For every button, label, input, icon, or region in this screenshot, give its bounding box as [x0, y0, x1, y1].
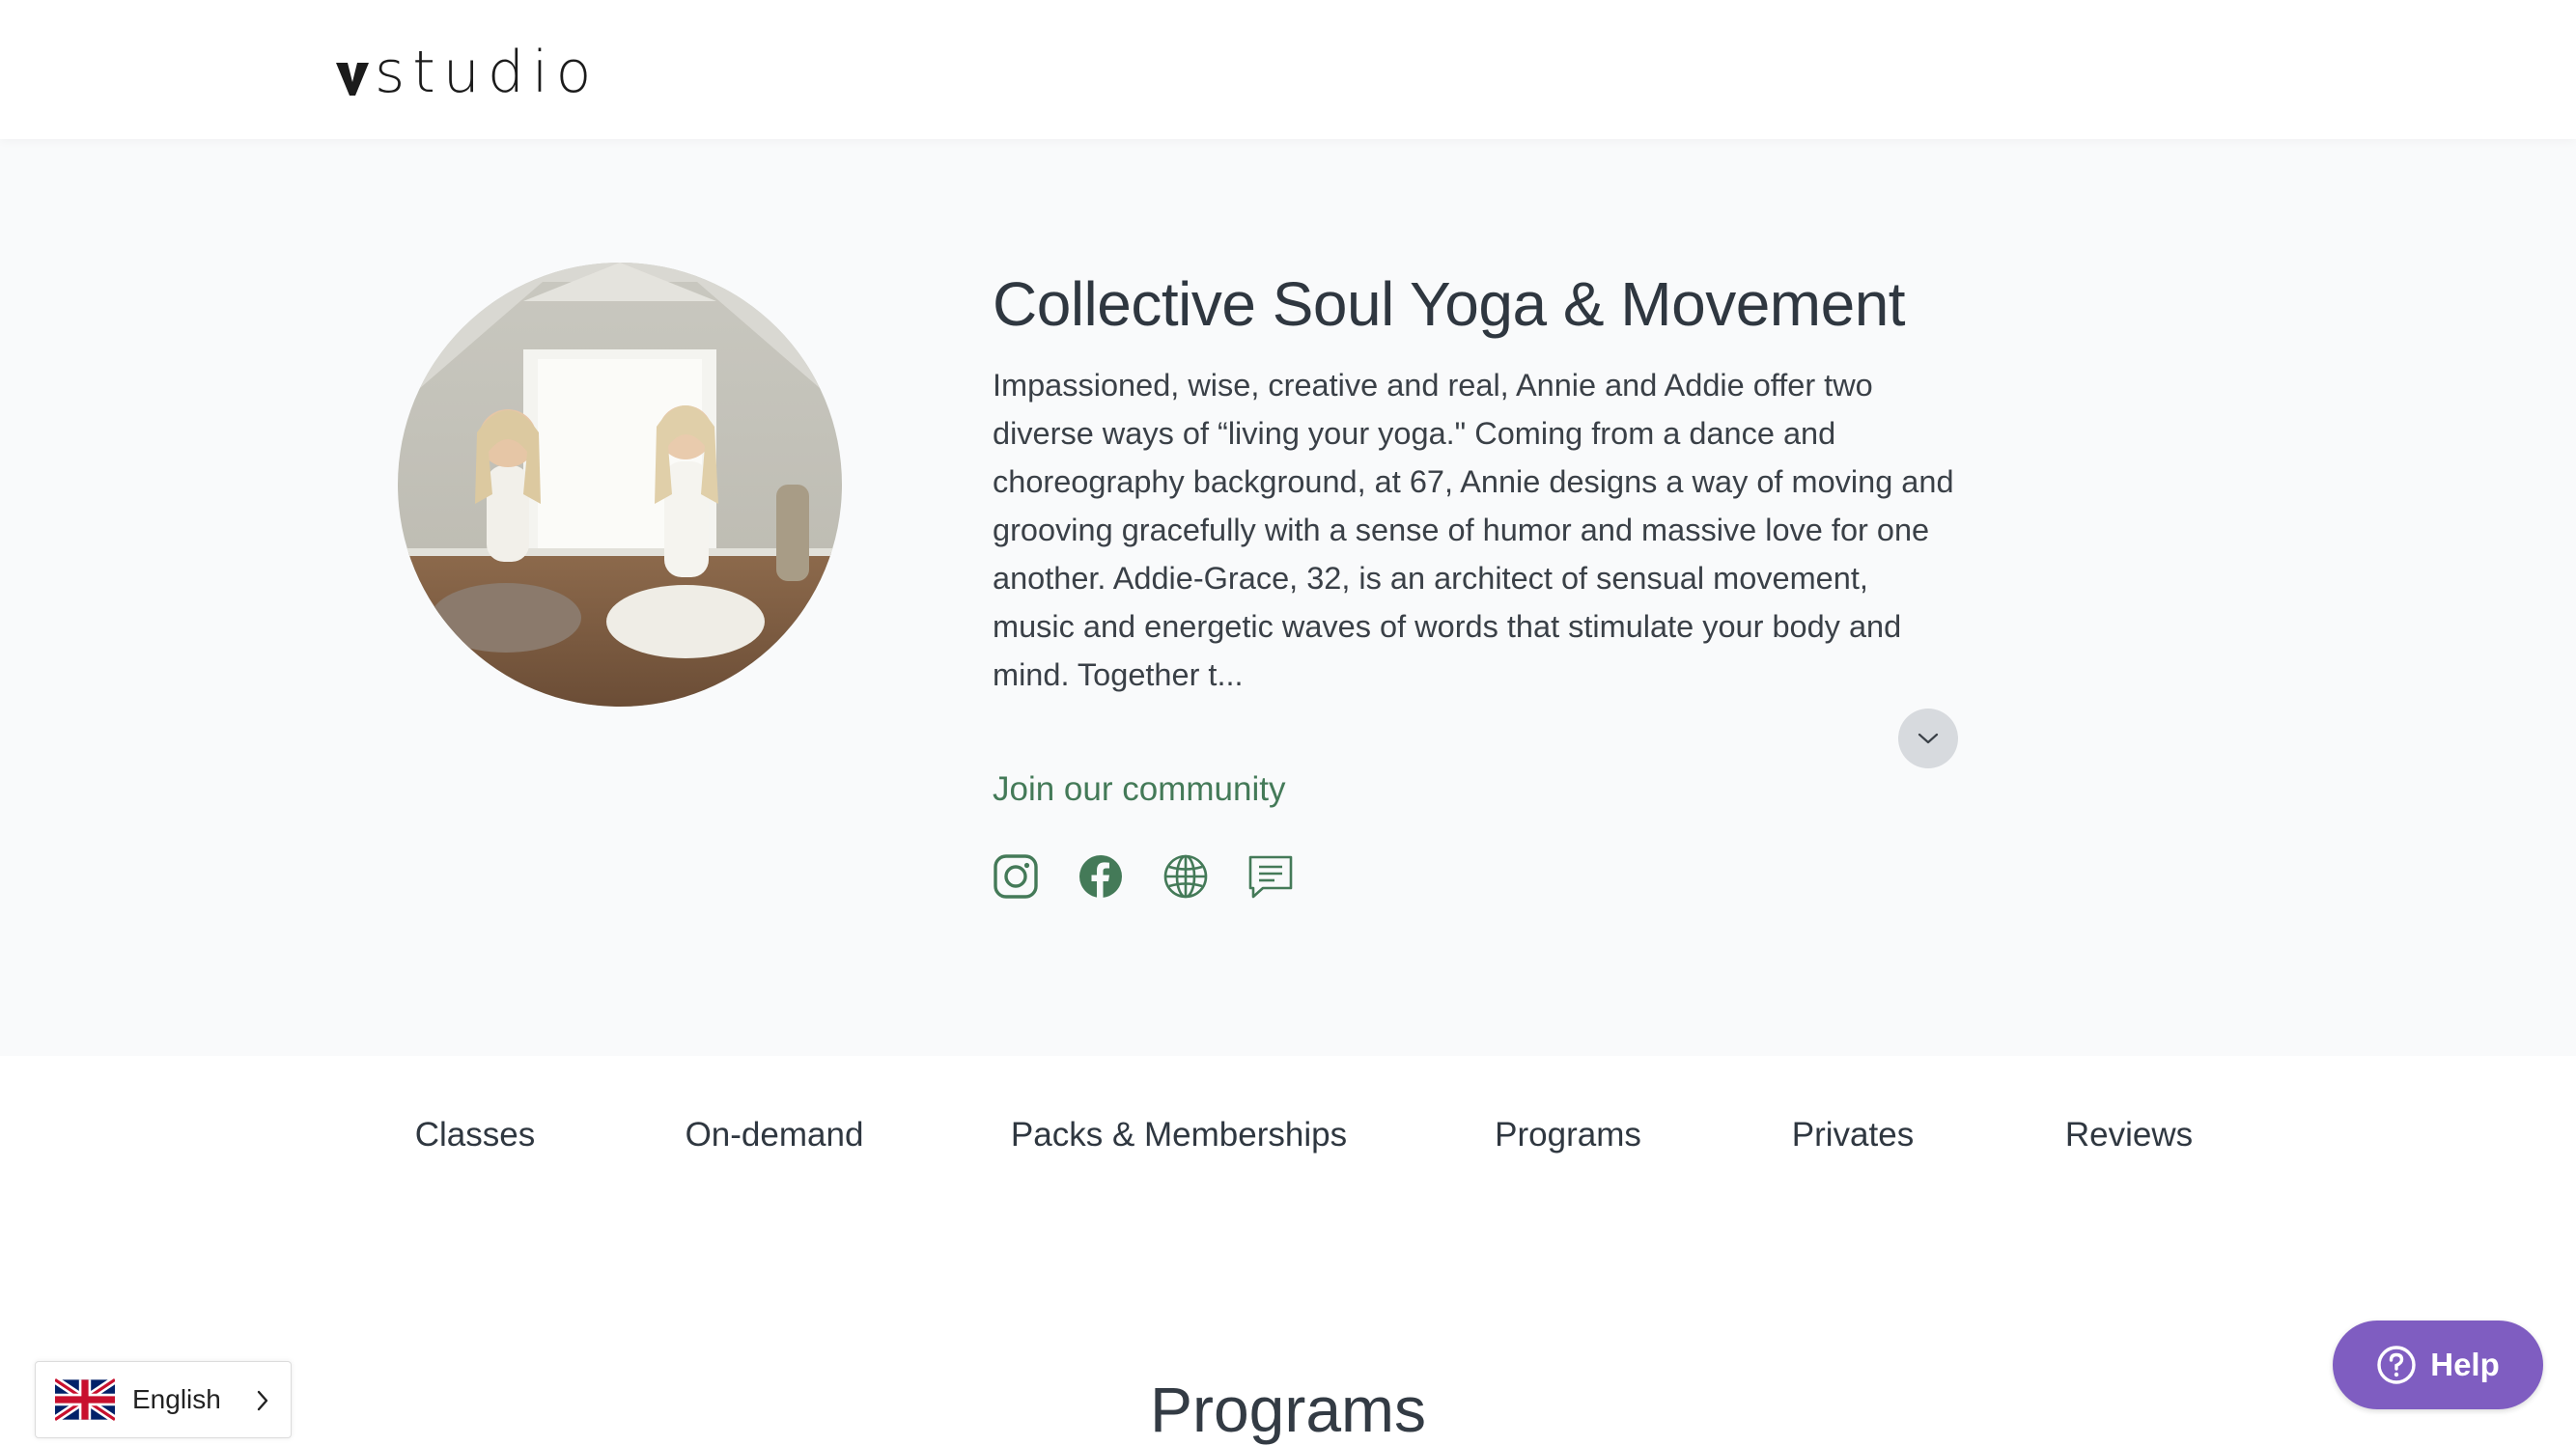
language-selector[interactable]: English: [35, 1361, 292, 1438]
instagram-icon[interactable]: [993, 853, 1039, 900]
studio-tabs: Classes On-demand Packs & Memberships Pr…: [0, 1056, 2576, 1220]
help-button[interactable]: Help: [2333, 1321, 2543, 1409]
tab-on-demand[interactable]: On-demand: [686, 1116, 864, 1154]
top-header: studio: [0, 0, 2576, 139]
tab-classes[interactable]: Classes: [415, 1116, 535, 1154]
logo-text: studio: [375, 39, 600, 106]
chat-icon[interactable]: [1247, 853, 1294, 900]
programs-section-heading: Programs: [1149, 1374, 1427, 1445]
tab-privates[interactable]: Privates: [1792, 1116, 1914, 1154]
vstudio-logo[interactable]: studio: [334, 39, 599, 106]
tab-packs-memberships[interactable]: Packs & Memberships: [1011, 1116, 1347, 1154]
facebook-icon[interactable]: [1078, 853, 1124, 900]
studio-avatar: [398, 263, 842, 707]
question-circle-icon: [2377, 1346, 2416, 1384]
uk-flag-icon: [55, 1378, 115, 1421]
studio-description: Impassioned, wise, creative and real, An…: [993, 368, 1954, 692]
chevron-right-icon: [257, 1390, 268, 1411]
studio-name: Collective Soul Yoga & Movement: [993, 269, 1906, 339]
help-label: Help: [2430, 1347, 2500, 1382]
chevron-down-icon: [1918, 733, 1939, 744]
language-label: English: [132, 1384, 221, 1414]
v-logo-icon: [336, 63, 369, 96]
tab-programs[interactable]: Programs: [1495, 1116, 1641, 1154]
social-links: [993, 853, 1294, 900]
join-community-link[interactable]: Join our community: [993, 770, 1285, 809]
expand-description-button[interactable]: [1898, 709, 1958, 768]
tab-reviews[interactable]: Reviews: [2065, 1116, 2193, 1154]
globe-icon[interactable]: [1162, 853, 1209, 900]
